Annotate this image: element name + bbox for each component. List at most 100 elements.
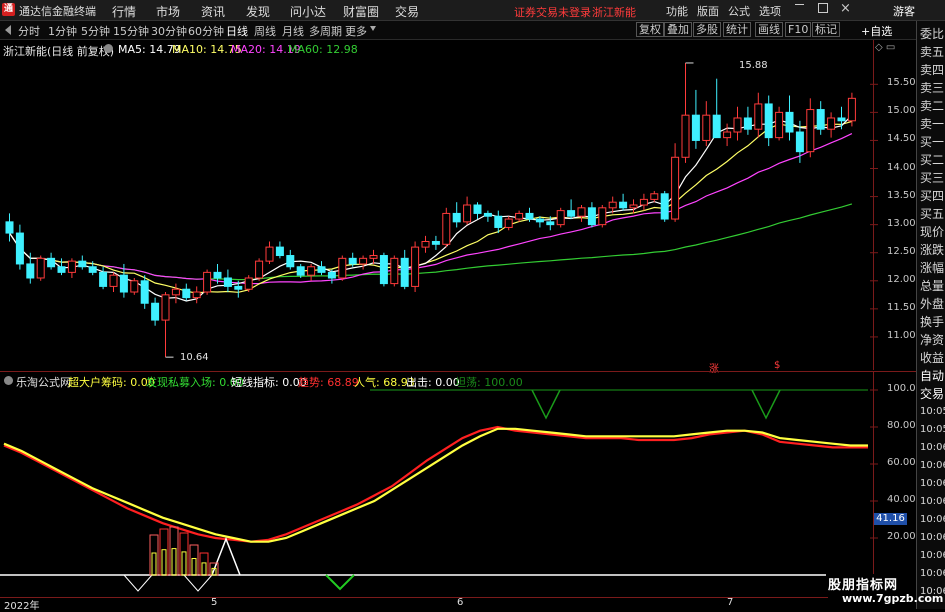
side-panel-item: 卖五	[920, 45, 945, 59]
candle	[223, 269, 232, 293]
candle	[577, 205, 586, 222]
menu-news[interactable]: 资讯	[201, 3, 225, 20]
ma5-line	[9, 114, 853, 302]
menu-layout[interactable]: 版面	[697, 3, 719, 19]
more-dropdown-icon[interactable]	[370, 26, 376, 31]
candle	[140, 275, 149, 309]
holder-bar	[159, 528, 169, 576]
menu-options[interactable]: 选项	[759, 3, 781, 19]
candle	[411, 241, 420, 293]
period-multi[interactable]: 多周期	[309, 23, 342, 39]
minimize-icon[interactable]	[795, 4, 804, 5]
multi-stock-button[interactable]: 多股	[693, 22, 721, 37]
side-panel-item[interactable]: 交易	[920, 385, 944, 403]
menu-wealth[interactable]: 财富圈	[343, 3, 379, 20]
side-panel-item: 买四	[920, 189, 945, 203]
collapse-left-icon[interactable]	[5, 25, 11, 35]
menu-function[interactable]: 功能	[666, 3, 688, 19]
holder-bar-inner	[181, 551, 187, 576]
price-tick-label: 12.50	[887, 245, 916, 257]
candle	[15, 224, 24, 270]
close-icon[interactable]: ×	[840, 1, 851, 16]
holder-bar	[169, 526, 179, 576]
period-weekly[interactable]: 周线	[254, 23, 276, 39]
add-favorite-button[interactable]: +自选	[861, 23, 892, 39]
candle	[203, 269, 212, 295]
candle	[743, 106, 752, 135]
date-label-june: 6	[457, 597, 464, 608]
candlestick-chart	[5, 62, 878, 358]
period-15min[interactable]: 15分钟	[113, 23, 149, 39]
candle	[369, 249, 378, 264]
candle	[702, 101, 711, 147]
menu-trade[interactable]: 交易	[395, 3, 419, 20]
candle	[192, 286, 201, 304]
candle	[359, 255, 368, 270]
candle	[400, 249, 409, 290]
period-fenshi[interactable]: 分时	[18, 23, 40, 39]
statistics-button[interactable]: 统计	[723, 22, 751, 37]
candle	[463, 196, 472, 225]
candle	[109, 272, 118, 293]
restore-rights-button[interactable]: 复权	[636, 22, 664, 37]
side-panel-item[interactable]: 自动	[920, 367, 944, 385]
menu-discover[interactable]: 发现	[246, 3, 270, 20]
indicator-settings-icon[interactable]	[4, 376, 13, 385]
candle	[99, 266, 108, 290]
overlay-button[interactable]: 叠加	[664, 22, 692, 37]
candle	[764, 95, 773, 147]
candle	[421, 235, 430, 253]
candle	[442, 207, 451, 248]
watermark-url: www.7gpzb.com	[842, 592, 944, 605]
short-term-v-mark	[123, 574, 153, 592]
price-tick-label: 15.00	[887, 105, 916, 117]
maximize-icon[interactable]	[818, 3, 828, 13]
period-more[interactable]: 更多	[345, 23, 367, 39]
candle	[390, 255, 399, 287]
sub-tick-label: 100.0	[887, 383, 916, 394]
sub-tick-label: 40.00	[887, 494, 916, 505]
menu-ask[interactable]: 问小达	[290, 3, 326, 20]
menu-quotes[interactable]: 行情	[112, 3, 136, 20]
candle	[847, 92, 856, 127]
side-panel-item: 换手	[920, 315, 945, 329]
f10-button[interactable]: F10	[785, 22, 812, 37]
side-panel-item: 买三	[920, 171, 945, 185]
mark-button[interactable]: 标记	[812, 22, 840, 37]
side-panel-item: 10:05	[920, 406, 945, 417]
calm-v-mark	[325, 574, 355, 591]
candle	[556, 207, 565, 228]
candle	[338, 255, 347, 281]
menu-market[interactable]: 市场	[156, 3, 180, 20]
app-title: 通达信金融终端	[19, 5, 96, 18]
candle	[660, 190, 669, 222]
period-60min[interactable]: 60分钟	[188, 23, 224, 39]
holder-bar	[189, 544, 199, 576]
period-daily[interactable]: 日线	[226, 23, 248, 39]
login-status[interactable]: 证券交易未登录	[514, 4, 591, 20]
holder-bar-inner	[161, 549, 167, 576]
period-1min[interactable]: 1分钟	[48, 23, 77, 39]
side-panel-item: 10:06	[920, 460, 945, 471]
candle	[723, 123, 732, 147]
candle	[785, 95, 794, 141]
period-30min[interactable]: 30分钟	[151, 23, 187, 39]
popularity-line	[3, 427, 868, 543]
candle	[67, 258, 76, 278]
period-monthly[interactable]: 月线	[282, 23, 304, 39]
menu-formula[interactable]: 公式	[728, 3, 750, 19]
guest-user[interactable]: 游客	[893, 3, 915, 19]
holder-bar	[199, 552, 209, 576]
calm-v-mark	[751, 389, 781, 420]
draw-line-button[interactable]: 画线	[755, 22, 783, 37]
candle	[286, 249, 295, 270]
side-panel-item: 总量	[920, 279, 945, 293]
ma10-line	[9, 120, 853, 294]
side-panel-item: 净资	[920, 333, 945, 347]
candle	[754, 92, 763, 138]
holder-bar-inner	[191, 558, 197, 576]
candle	[78, 255, 87, 270]
side-panel-item: 外盘	[920, 297, 945, 311]
period-5min[interactable]: 5分钟	[81, 23, 110, 39]
zhang-marker: 涨	[709, 364, 719, 375]
